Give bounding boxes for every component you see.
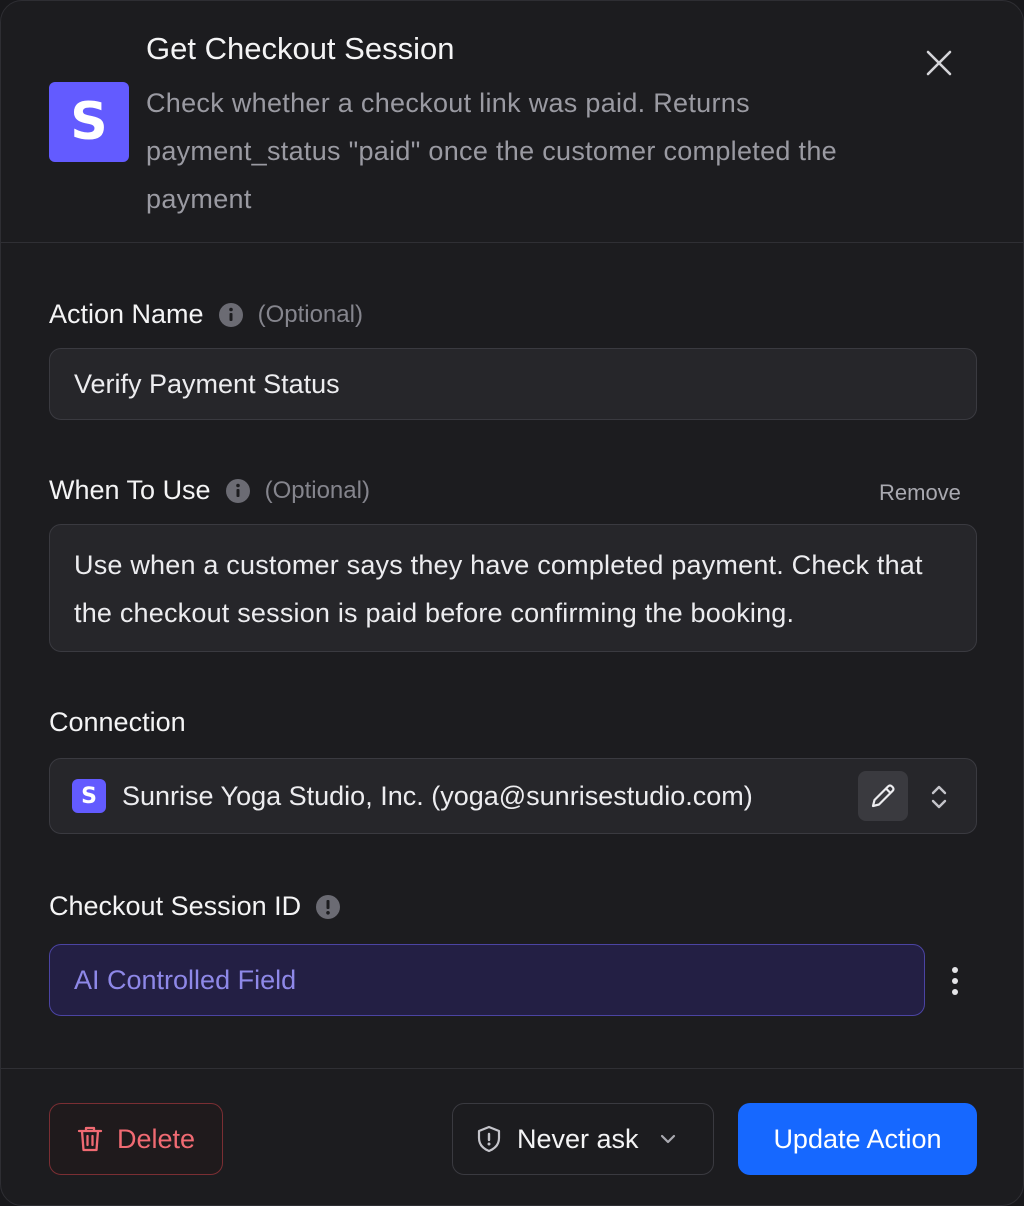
connection-label-row: Connection — [49, 707, 186, 738]
remove-when-to-use-link[interactable]: Remove — [879, 480, 961, 506]
delete-button[interactable]: Delete — [49, 1103, 223, 1175]
modal-header: S Get Checkout Session Check whether a c… — [1, 1, 1023, 243]
action-name-label-row: Action Name (Optional) — [49, 299, 363, 330]
stripe-logo-icon: S — [72, 779, 106, 813]
update-action-button[interactable]: Update Action — [738, 1103, 977, 1175]
info-icon[interactable] — [218, 302, 244, 328]
checkout-session-id-label-row: Checkout Session ID — [49, 891, 341, 922]
pencil-icon — [871, 784, 895, 808]
chevron-up-down-icon[interactable] — [924, 779, 954, 815]
connection-value: Sunrise Yoga Studio, Inc. (yoga@sunrises… — [122, 780, 753, 811]
when-to-use-label-row: When To Use (Optional) — [49, 475, 370, 506]
checkout-session-id-label: Checkout Session ID — [49, 891, 302, 921]
modal-title: Get Checkout Session — [146, 31, 455, 66]
info-icon[interactable] — [225, 478, 251, 504]
action-name-label: Action Name — [49, 299, 204, 329]
modal-description: Check whether a checkout link was paid. … — [146, 88, 837, 214]
trash-icon — [77, 1126, 103, 1152]
shield-alert-icon — [477, 1125, 501, 1153]
edit-connection-button[interactable] — [858, 771, 908, 821]
action-name-input[interactable]: Verify Payment Status — [49, 348, 977, 420]
connection-label: Connection — [49, 707, 186, 737]
stripe-logo-icon: S — [49, 82, 129, 162]
connection-select[interactable]: S Sunrise Yoga Studio, Inc. (yoga@sunris… — [49, 758, 977, 834]
modal-footer: Delete Never ask Update Action — [1, 1068, 1023, 1205]
delete-label: Delete — [116, 1123, 196, 1154]
required-alert-icon[interactable] — [315, 894, 341, 920]
approval-mode-dropdown[interactable]: Never ask — [452, 1103, 714, 1175]
close-icon — [926, 50, 952, 76]
chevron-down-icon — [660, 1134, 675, 1144]
optional-tag: (Optional) — [257, 300, 363, 328]
checkout-session-id-input[interactable]: AI Controlled Field — [49, 944, 925, 1016]
when-to-use-textarea[interactable]: Use when a customer says they have compl… — [49, 524, 977, 652]
edit-action-modal: S Get Checkout Session Check whether a c… — [0, 0, 1024, 1206]
when-to-use-label: When To Use — [49, 475, 211, 505]
close-button[interactable] — [919, 43, 959, 83]
optional-tag: (Optional) — [264, 476, 370, 504]
approval-mode-label: Never ask — [517, 1123, 639, 1154]
field-options-kebab-icon[interactable] — [943, 963, 967, 999]
